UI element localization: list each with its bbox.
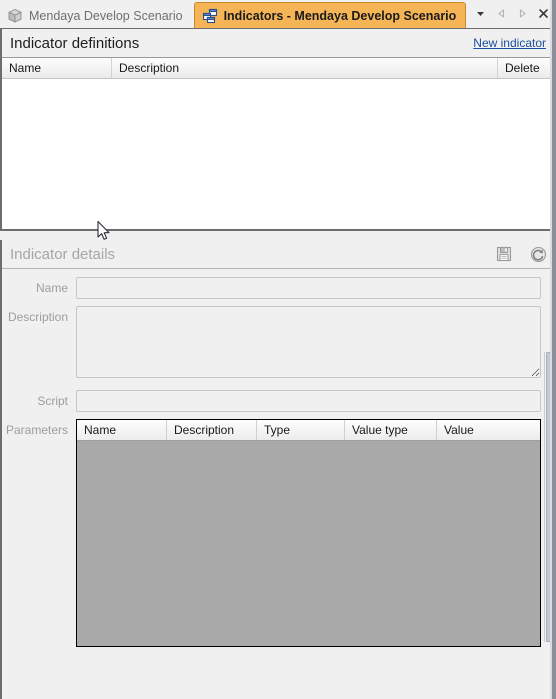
application-window: Mendaya Develop Scenario Indicators - Me… [0,0,556,699]
script-input[interactable] [76,390,541,412]
save-icon[interactable] [494,244,514,264]
column-header-description[interactable]: Description [112,58,498,78]
tab-mendaya-develop-scenario[interactable]: Mendaya Develop Scenario [0,3,192,28]
revert-refresh-icon[interactable] [528,244,548,264]
tab-label: Mendaya Develop Scenario [29,8,183,23]
definitions-table-header: Name Description Delete [2,58,554,79]
tab-indicators[interactable]: Indicators - Mendaya Develop Scenario [193,2,467,28]
indicator-details-panel: Indicator details Name Description Scrip… [0,240,556,699]
field-row-name: Name [2,277,556,299]
column-header-delete[interactable]: Delete [498,58,554,78]
parameters-table-header: Name Description Type Value type Value [77,420,540,441]
param-column-header-type[interactable]: Type [257,420,345,440]
definitions-table-body[interactable] [2,79,554,229]
indicator-details-header: Indicator details [2,240,556,269]
label-parameters: Parameters [5,423,68,437]
chevron-left-icon[interactable] [495,7,508,20]
view-tab-bar: Mendaya Develop Scenario Indicators - Me… [0,0,556,28]
chevron-down-icon[interactable] [474,7,487,20]
label-description: Description [7,310,68,324]
param-column-header-name[interactable]: Name [77,420,167,440]
new-indicator-link[interactable]: New indicator [473,36,546,50]
page-title: Indicator definitions [10,34,140,52]
details-title: Indicator details [10,245,116,263]
indicator-definitions-header: Indicator definitions New indicator [2,29,554,58]
parameters-table-body[interactable] [77,441,540,646]
label-name: Name [35,281,68,295]
window-right-border [552,0,556,699]
close-icon[interactable] [537,7,550,20]
tab-bar-controls [466,3,556,28]
param-column-header-description[interactable]: Description [167,420,257,440]
indicator-details-form: Name Description Script Parameters Name … [2,269,556,647]
name-input[interactable] [76,277,541,299]
indicator-definitions-panel: Indicator definitions New indicator Name… [0,28,556,231]
field-row-script: Script [2,390,556,412]
parameters-table: Name Description Type Value type Value [76,419,541,647]
cube-icon [7,8,23,24]
param-column-header-value[interactable]: Value [437,420,540,440]
column-header-name[interactable]: Name [2,58,112,78]
field-row-description: Description [2,306,556,383]
tab-label: Indicators - Mendaya Develop Scenario [223,8,457,23]
chevron-right-icon[interactable] [516,7,529,20]
stacked-windows-icon [202,8,218,24]
field-row-parameters: Parameters Name Description Type Value t… [2,419,556,647]
description-textarea[interactable] [76,306,541,378]
label-script: Script [37,394,68,408]
details-toolbar [494,244,548,264]
param-column-header-value-type[interactable]: Value type [345,420,437,440]
